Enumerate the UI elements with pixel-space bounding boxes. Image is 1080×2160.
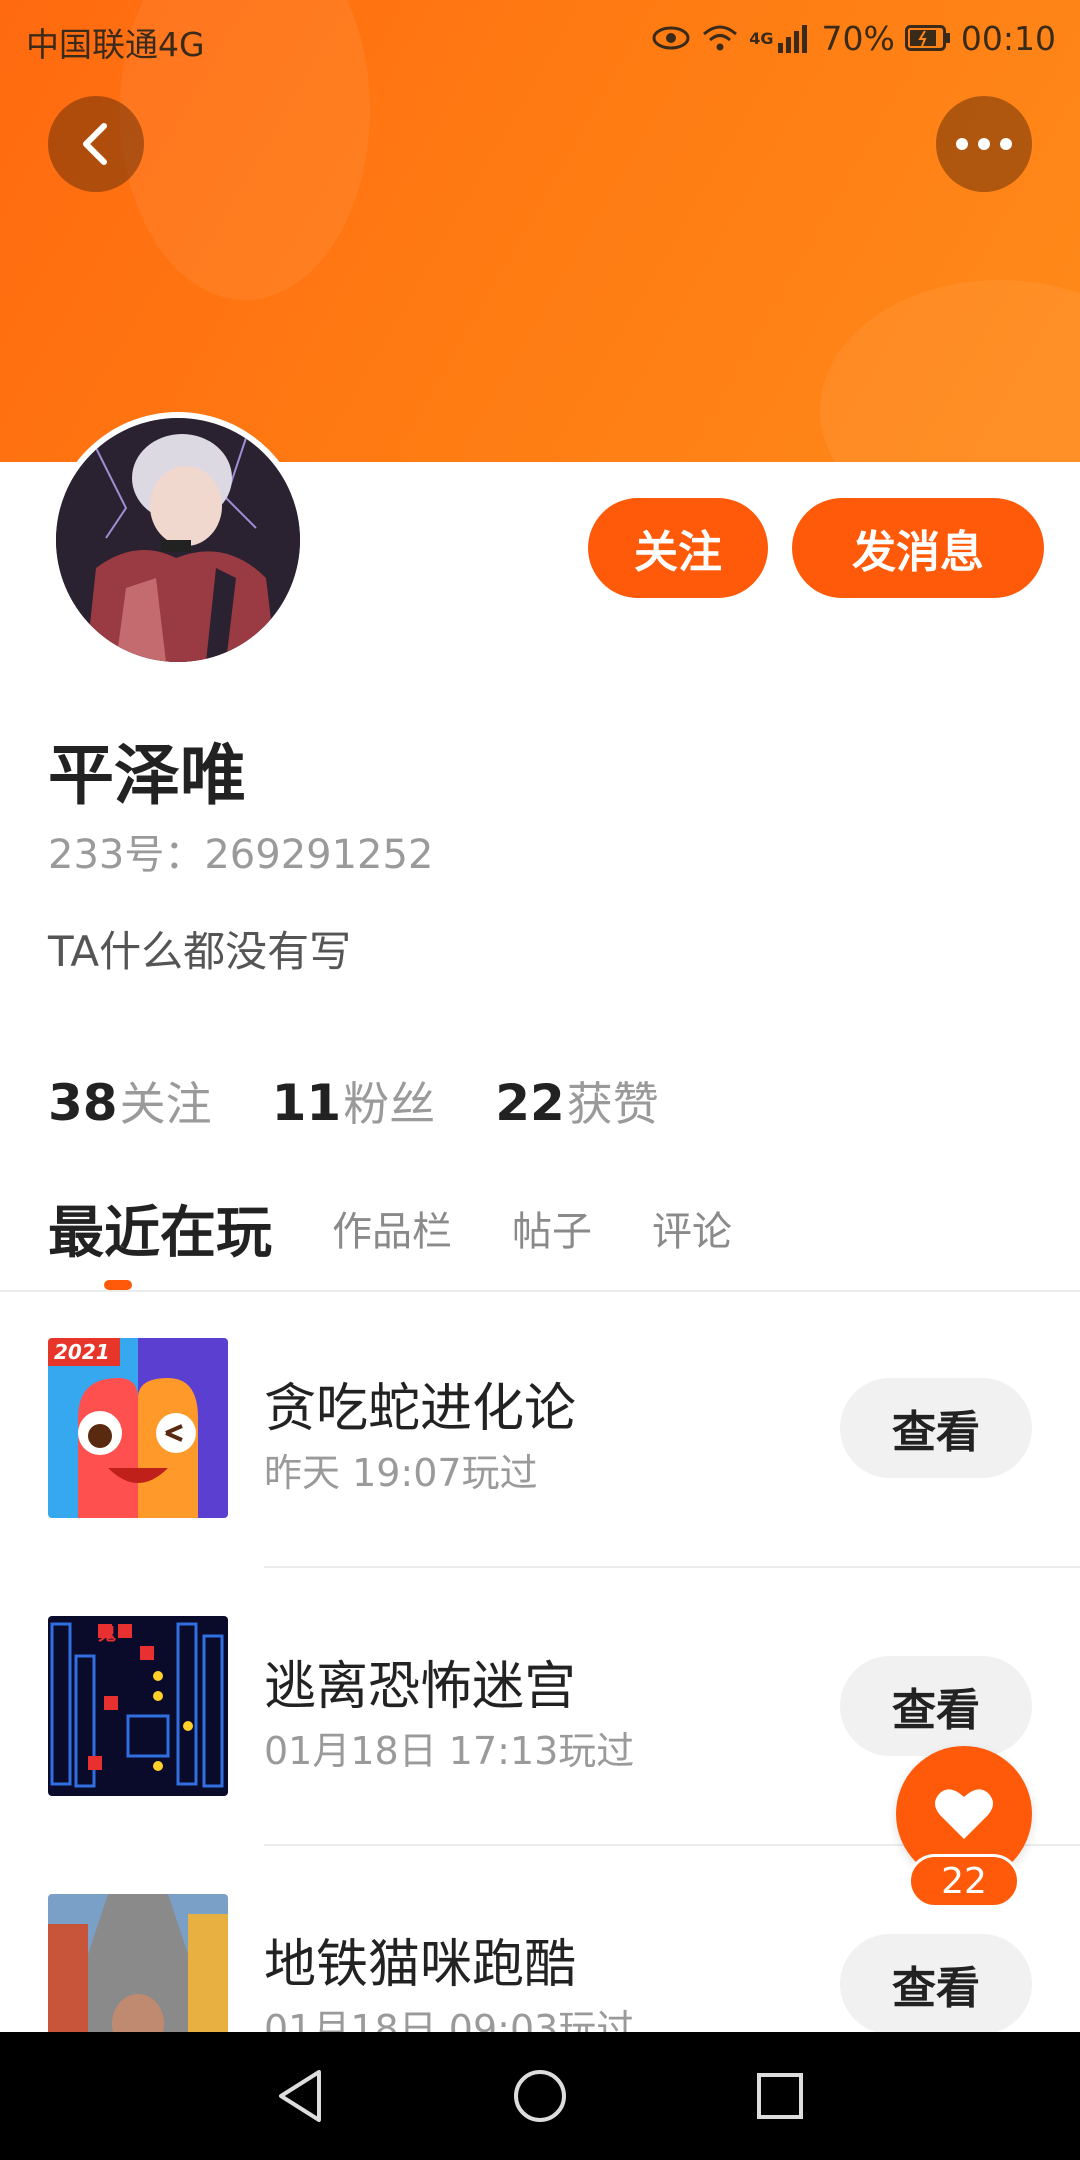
back-button[interactable] bbox=[48, 96, 144, 192]
nav-recents-button[interactable] bbox=[746, 2062, 814, 2130]
tab-posts[interactable]: 帖子 bbox=[512, 1199, 592, 1257]
stat-label: 粉丝 bbox=[343, 1077, 436, 1131]
user-id-value: 269291252 bbox=[204, 832, 434, 878]
game-icon: 2021 bbox=[48, 1338, 228, 1518]
carrier-label: 中国联通4G bbox=[26, 25, 205, 64]
game-icon: 鬼 bbox=[48, 1616, 228, 1796]
view-button[interactable]: 查看 bbox=[840, 1378, 1032, 1478]
stat-number: 11 bbox=[271, 1074, 342, 1132]
chevron-left-icon bbox=[83, 123, 107, 165]
nav-home-button[interactable] bbox=[506, 2062, 574, 2130]
game-icon bbox=[48, 1894, 228, 2032]
battery-percent: 70% bbox=[821, 18, 895, 58]
header-decoration bbox=[820, 280, 1080, 462]
tab-works[interactable]: 作品栏 bbox=[332, 1199, 452, 1257]
bio-text: TA什么都没有写 bbox=[48, 927, 352, 976]
more-dots-icon bbox=[956, 138, 1012, 150]
user-id-label: 233号： bbox=[48, 832, 205, 878]
stat-label: 获赞 bbox=[566, 1077, 659, 1131]
battery-icon bbox=[904, 25, 951, 51]
profile-tabs: 最近在玩 作品栏 帖子 评论 bbox=[48, 1188, 732, 1268]
square-recents-icon bbox=[757, 2073, 803, 2119]
avatar-image bbox=[56, 418, 300, 662]
eye-icon bbox=[651, 23, 691, 53]
tab-comments[interactable]: 评论 bbox=[652, 1199, 732, 1257]
username: 平泽唯 bbox=[48, 737, 246, 814]
game-played-time: 01月18日 09:03玩过 bbox=[264, 2007, 635, 2032]
avatar[interactable] bbox=[50, 412, 306, 668]
wifi-icon bbox=[701, 22, 739, 54]
profile-stats: 38 关注 11 粉丝 22 获赞 bbox=[48, 1068, 659, 1134]
stat-followers[interactable]: 11 粉丝 bbox=[272, 1068, 436, 1134]
nav-back-button[interactable] bbox=[266, 2062, 334, 2130]
stat-likes: 22 获赞 bbox=[495, 1068, 659, 1134]
triangle-back-icon bbox=[279, 2070, 321, 2122]
game-icon-badge: 2021 bbox=[54, 1340, 110, 1364]
stat-label: 关注 bbox=[119, 1077, 212, 1131]
game-icon-badge: 鬼 bbox=[98, 1624, 116, 1645]
tab-recently-played[interactable]: 最近在玩 bbox=[48, 1188, 272, 1269]
status-bar: 中国联通4G 4G 70% 00:10 bbox=[0, 0, 1080, 76]
circle-home-icon bbox=[514, 2070, 566, 2122]
stat-number: 38 bbox=[48, 1074, 118, 1132]
heart-icon bbox=[935, 1789, 993, 1839]
like-count-badge: 22 bbox=[908, 1854, 1020, 1908]
send-message-button[interactable]: 发消息 bbox=[792, 498, 1044, 598]
game-name: 逃离恐怖迷宫 bbox=[264, 1657, 577, 1717]
stat-following[interactable]: 38 关注 bbox=[48, 1068, 212, 1134]
game-name: 贪吃蛇进化论 bbox=[264, 1379, 577, 1439]
list-item[interactable]: 2021 贪吃蛇进化论 昨天 19:07玩过 查看 bbox=[0, 1290, 1080, 1570]
clock: 00:10 bbox=[960, 18, 1056, 58]
network-badge: 4G bbox=[749, 28, 774, 48]
stat-number: 22 bbox=[495, 1074, 565, 1132]
active-tab-indicator bbox=[104, 1280, 132, 1290]
user-id: 233号：269291252 bbox=[48, 822, 433, 880]
follow-button[interactable]: 关注 bbox=[588, 498, 768, 598]
view-button[interactable]: 查看 bbox=[840, 1656, 1032, 1756]
status-icons: 4G 70% 00:10 bbox=[651, 14, 1056, 62]
game-played-time: 01月18日 17:13玩过 bbox=[264, 1729, 635, 1773]
game-name: 地铁猫咪跑酷 bbox=[264, 1935, 577, 1995]
more-options-button[interactable] bbox=[936, 96, 1032, 192]
game-played-time: 昨天 19:07玩过 bbox=[264, 1451, 538, 1495]
system-navigation-bar bbox=[0, 2032, 1080, 2160]
view-button[interactable]: 查看 bbox=[840, 1934, 1032, 2032]
signal-icon bbox=[777, 23, 812, 53]
